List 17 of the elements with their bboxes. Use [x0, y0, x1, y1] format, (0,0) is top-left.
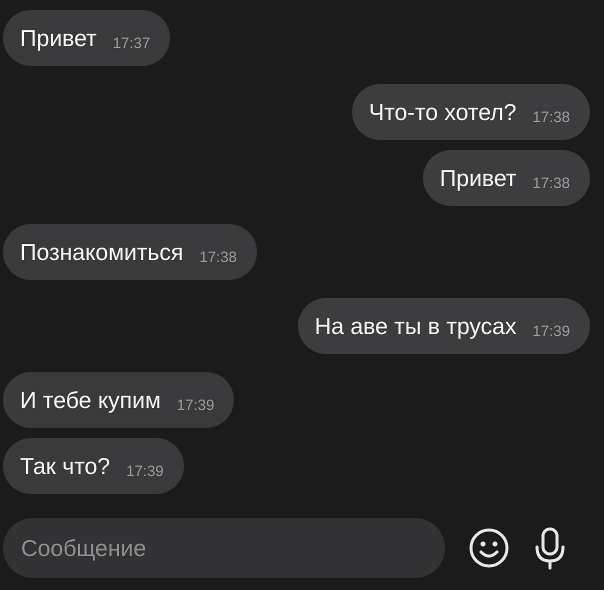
emoji-icon[interactable]	[467, 526, 511, 570]
message-time: 17:38	[532, 108, 570, 126]
message-time: 17:39	[532, 322, 570, 340]
message-text: Что-то хотел?	[368, 98, 516, 126]
message-text: И тебе купим	[20, 386, 161, 414]
message-text: Привет	[440, 164, 516, 192]
message-time: 17:38	[532, 174, 570, 192]
message-text: Познакомиться	[20, 238, 184, 266]
microphone-icon[interactable]	[533, 526, 567, 570]
message-time: 17:39	[126, 462, 164, 480]
message-text: Привет	[20, 24, 97, 52]
message-text: Так что?	[20, 452, 110, 480]
message-input[interactable]: Сообщение	[3, 518, 445, 578]
message-time: 17:37	[112, 34, 150, 52]
message-text: На аве ты в трусах	[314, 312, 516, 340]
message-time: 17:39	[176, 396, 214, 414]
message-time: 17:38	[199, 248, 237, 266]
